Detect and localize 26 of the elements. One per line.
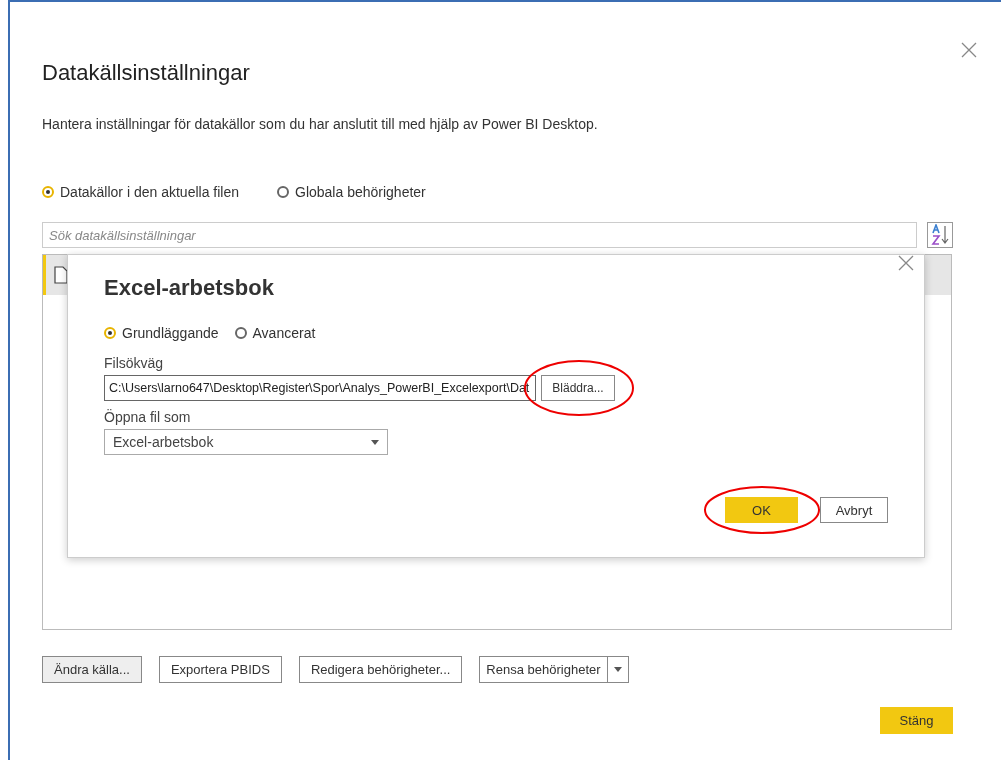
description-text: Hantera inställningar för datakällor som du har anslutit till med hjälp av Power BI Desktop. [42, 116, 599, 132]
dialog-button[interactable]: Avbryt [820, 497, 888, 523]
field-label: Filsökväg [104, 355, 165, 371]
close-icon[interactable] [961, 42, 977, 58]
radio-label[interactable]: Grundläggande [122, 325, 219, 341]
browse-button[interactable]: Bläddra... [541, 375, 615, 401]
search-field[interactable]: Sök datakällsinställningar [42, 222, 917, 248]
field-label: Öppna fil som [104, 409, 192, 425]
action-button[interactable]: Redigera behörigheter... [298, 656, 463, 683]
open-as-dropdown[interactable]: Excel-arbetsbok [104, 429, 388, 455]
radio-button[interactable] [42, 186, 54, 198]
radio-button[interactable] [234, 327, 247, 339]
caret-icon [371, 439, 379, 445]
window-title: Datakällsinställningar [42, 60, 251, 86]
radio-button[interactable] [277, 186, 289, 198]
radio-label[interactable]: Avancerat [252, 325, 316, 341]
dialog-title: Excel-arbetsbok [104, 275, 275, 301]
radio-label[interactable]: Datakällor i den aktuella filen [60, 184, 239, 200]
close-button[interactable]: Stäng [880, 707, 953, 734]
radio-button[interactable] [104, 327, 116, 339]
dialog-button[interactable]: OK [725, 497, 798, 523]
action-button[interactable]: Ändra källa... [42, 656, 142, 683]
radio-label[interactable]: Globala behörigheter [295, 184, 426, 200]
close-icon[interactable] [898, 255, 914, 271]
sort-icon[interactable] [927, 222, 953, 248]
action-button[interactable]: Exportera PBIDS [158, 656, 282, 683]
